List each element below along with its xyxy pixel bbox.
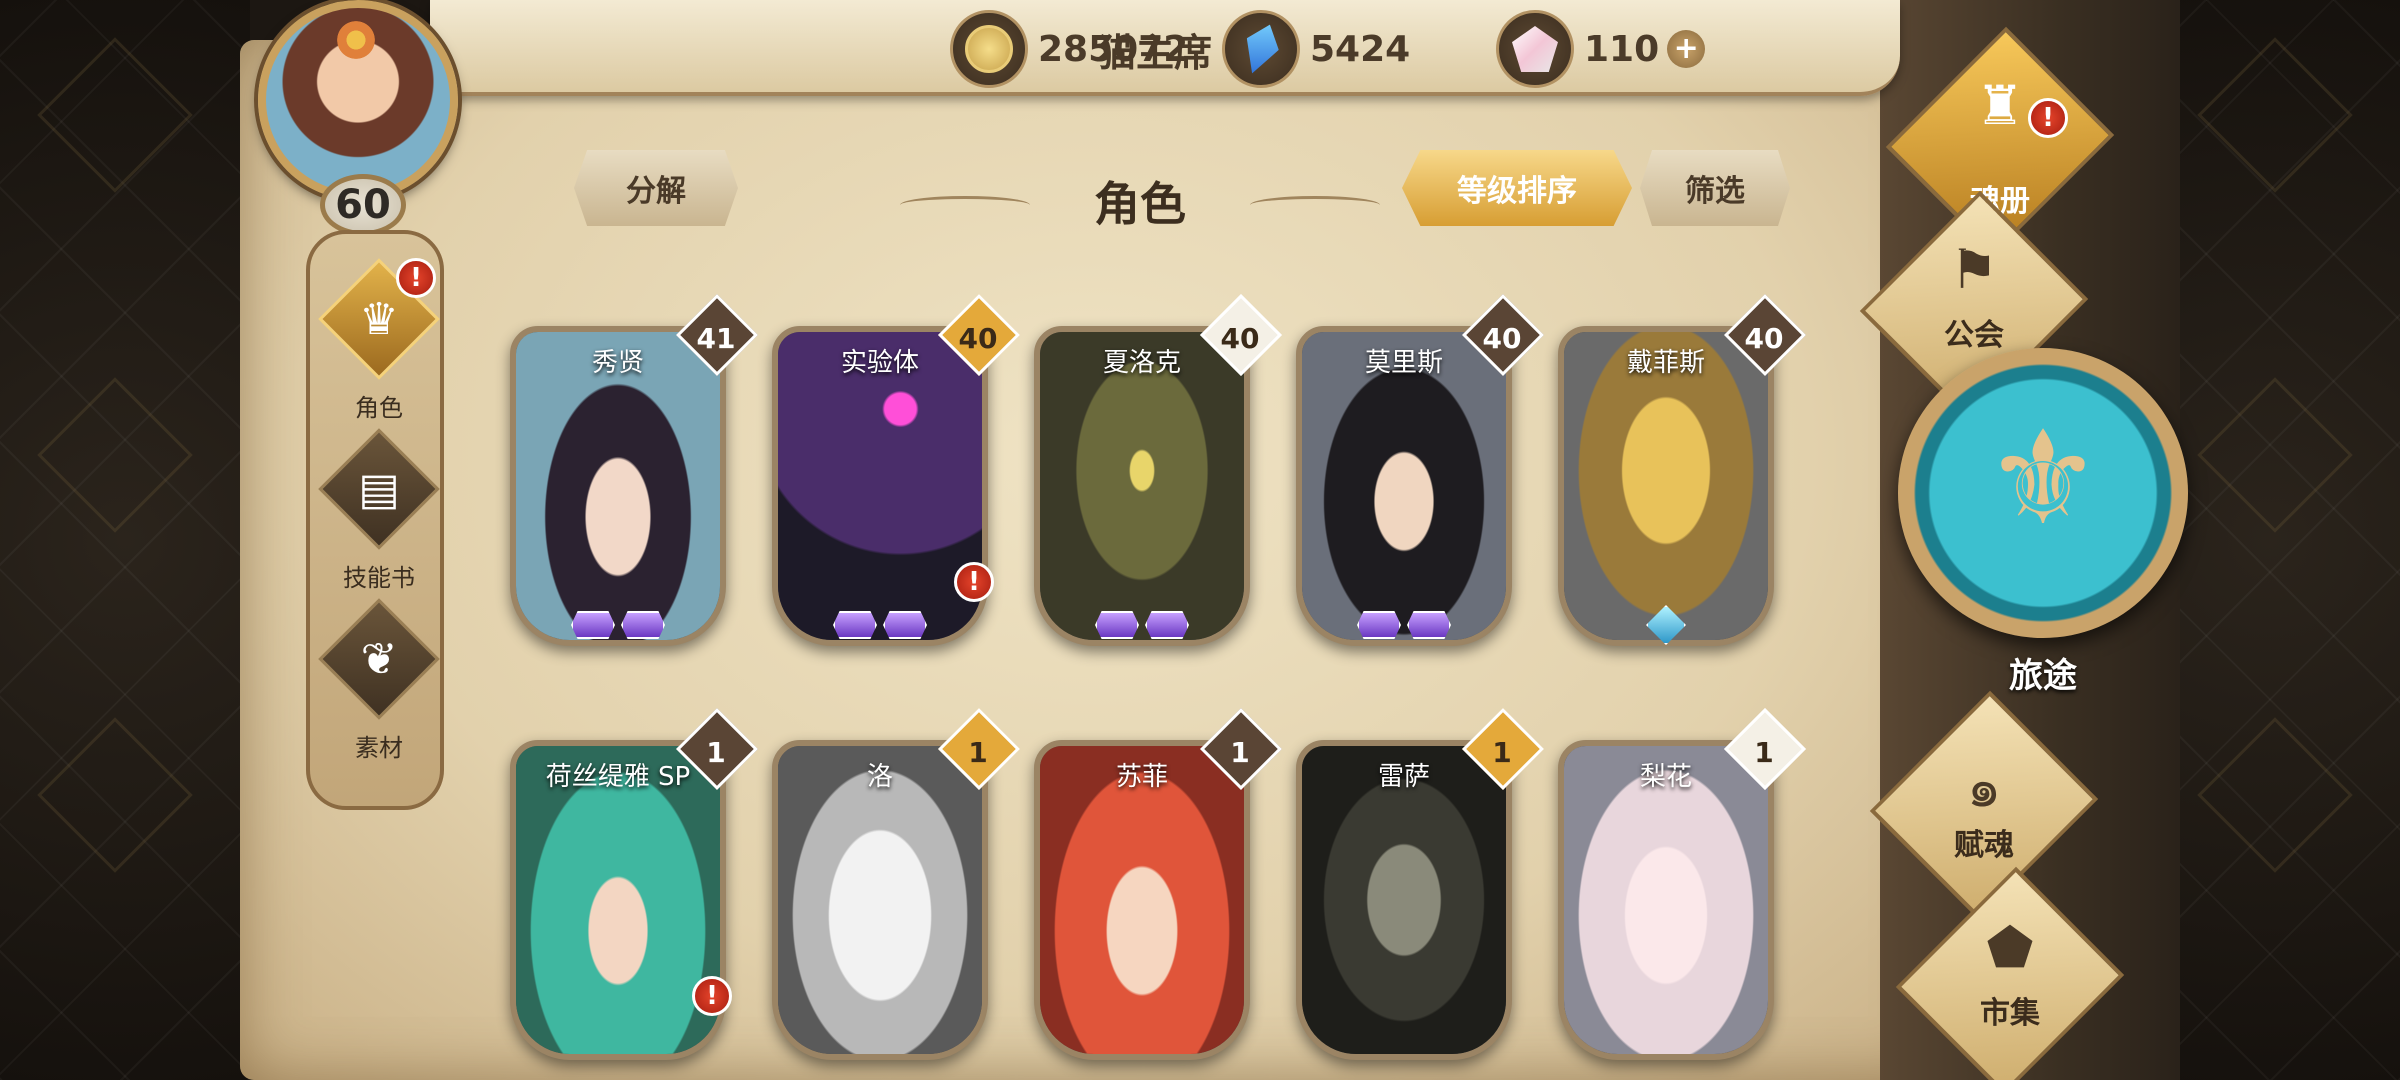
nav-item-material[interactable]: ❦ 素材 <box>310 598 448 764</box>
left-category-nav: ♛ 角色 ! ▤ 技能书 ❦ 素材 <box>306 230 444 810</box>
character-level: 40 <box>958 322 998 355</box>
purple-gem-icon <box>571 611 615 639</box>
background-diamond-decoration <box>2197 717 2353 873</box>
rank-gems <box>1578 598 1754 652</box>
character-level: 40 <box>1744 322 1784 355</box>
material-icon: ❦ <box>360 634 398 685</box>
card-frame: 荷丝缇雅 SP <box>510 740 726 1060</box>
soul-fusion-icon: ๑ <box>1966 756 2002 819</box>
soul-fusion-menu-button[interactable]: ๑ 赋魂 <box>1864 690 2104 920</box>
purple-gem-icon <box>1407 611 1451 639</box>
gold-amount: 285072 <box>1038 28 1189 70</box>
background-diamond-decoration <box>37 377 193 533</box>
character-card[interactable]: 梨花 1 <box>1558 707 1807 1076</box>
character-card[interactable]: 苏菲 1 <box>1034 707 1283 1076</box>
top-resource-bar: 猫主席 285072 5424 110 + <box>430 0 1900 96</box>
title-right-flourish <box>1250 196 1380 214</box>
character-card[interactable]: 夏洛克 40 <box>1034 293 1283 662</box>
nav-item-skill-book[interactable]: ▤ 技能书 <box>310 428 448 594</box>
character-card[interactable]: 秀贤 41 <box>510 293 759 662</box>
soul-book-icon: ♜ <box>1975 74 2025 137</box>
background-diamond-decoration <box>37 37 193 193</box>
alert-icon: ! <box>396 258 436 298</box>
blue-gem-icon <box>1646 605 1686 645</box>
nav-label-skill-book: 技能书 <box>343 564 415 592</box>
character-level: 1 <box>968 736 988 769</box>
journey-icon: ⚜ <box>1984 402 2102 554</box>
character-icon: ♛ <box>359 294 399 345</box>
card-frame: 洛 <box>772 740 988 1060</box>
card-frame: 梨花 <box>1558 740 1774 1060</box>
character-card[interactable]: 戴菲斯 40 <box>1558 293 1807 662</box>
journey-menu-button[interactable]: ⚜ 旅途 <box>1898 348 2188 696</box>
avatar[interactable] <box>258 0 458 200</box>
character-card[interactable]: 荷丝缇雅 SP 1 ! <box>510 707 759 1076</box>
character-level: 1 <box>1754 736 1774 769</box>
menu-label-market: 市集 <box>1980 996 2040 1031</box>
add-gem-button[interactable]: + <box>1667 30 1706 68</box>
nav-label-material: 素材 <box>355 734 403 762</box>
background-diamond-decoration <box>37 717 193 873</box>
background-diamond-decoration <box>2197 377 2353 533</box>
purple-gem-icon <box>621 611 665 639</box>
purple-gem-icon <box>1095 611 1139 639</box>
menu-label-journey: 旅途 <box>2009 656 2077 696</box>
avatar-flower-decoration <box>334 18 378 62</box>
page-title: 角色 <box>1094 177 1186 231</box>
rank-gems <box>792 598 968 652</box>
card-frame: 苏菲 <box>1034 740 1250 1060</box>
purple-gem-icon <box>1145 611 1189 639</box>
rank-gems <box>530 598 706 652</box>
menu-label-soul-fusion: 赋魂 <box>1954 828 2014 863</box>
character-card[interactable]: 洛 1 <box>772 707 1021 1076</box>
rank-gems <box>1054 598 1230 652</box>
left-background-panel <box>0 0 250 1080</box>
gem-amount: 110 <box>1584 28 1660 70</box>
alert-icon: ! <box>954 562 994 602</box>
character-level: 1 <box>1230 736 1250 769</box>
guild-icon: ⚑ <box>1949 238 1999 301</box>
purple-gem-icon <box>1357 611 1401 639</box>
rank-gems <box>1316 598 1492 652</box>
character-level: 41 <box>696 322 736 355</box>
character-card[interactable]: 实验体 40 ! <box>772 293 1021 662</box>
player-level-badge: 60 <box>320 174 406 236</box>
character-level: 40 <box>1482 322 1522 355</box>
decompose-button[interactable]: 分解 <box>574 150 738 226</box>
title-left-flourish <box>900 196 1030 214</box>
character-level: 1 <box>1492 736 1512 769</box>
filter-button[interactable]: 筛选 <box>1640 150 1790 226</box>
skill-book-icon: ▤ <box>358 464 400 515</box>
character-card[interactable]: 莫里斯 40 <box>1296 293 1545 662</box>
purple-gem-icon <box>833 611 877 639</box>
nav-label-character: 角色 <box>355 394 403 422</box>
gem-currency: 110 + <box>1496 10 1706 88</box>
alert-icon: ! <box>2028 98 2068 138</box>
market-icon: ⬟ <box>1986 916 2034 979</box>
player-avatar-block[interactable]: 60 <box>238 0 518 236</box>
purple-gem-icon <box>883 611 927 639</box>
gold-currency: 285072 <box>950 10 1188 88</box>
character-level: 1 <box>706 736 726 769</box>
alert-icon: ! <box>692 976 732 1016</box>
market-menu-button[interactable]: ⬟ 市集 <box>1890 866 2130 1080</box>
card-frame: 雷萨 <box>1296 740 1512 1060</box>
nav-item-character[interactable]: ♛ 角色 ! <box>310 258 448 424</box>
background-diamond-decoration <box>2197 37 2353 193</box>
blue-crystal-icon <box>1222 10 1300 88</box>
character-level: 40 <box>1220 322 1260 355</box>
crystal-currency: 5424 <box>1222 10 1410 88</box>
character-card[interactable]: 雷萨 1 <box>1296 707 1545 1076</box>
pink-gem-icon <box>1496 10 1574 88</box>
crystal-amount: 5424 <box>1310 28 1411 70</box>
level-sort-button[interactable]: 等级排序 <box>1402 150 1632 226</box>
gold-coin-icon <box>950 10 1028 88</box>
